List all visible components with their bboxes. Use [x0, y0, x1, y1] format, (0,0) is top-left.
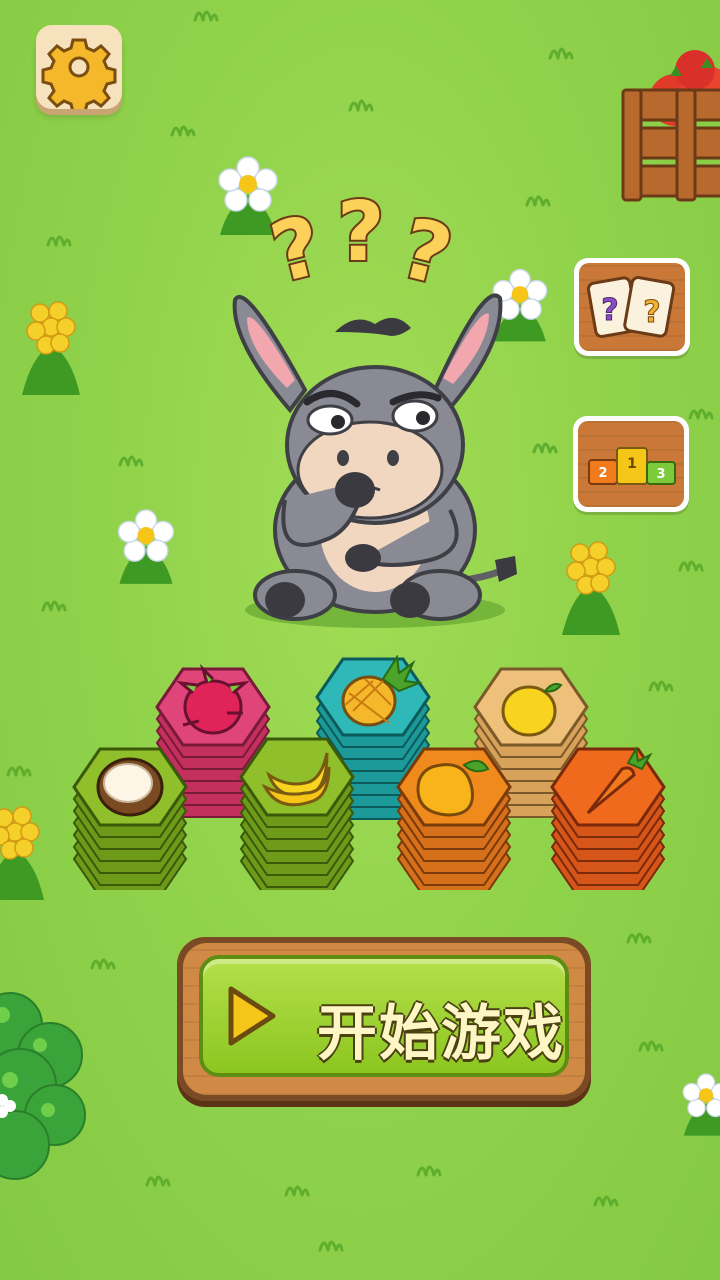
help-card-right-symbol: ? — [643, 295, 660, 330]
tile-stack-coconut[interactable] — [72, 747, 188, 890]
bush-decoration — [0, 992, 86, 1180]
help-card-left-symbol: ? — [601, 293, 618, 328]
thought-question-mark: ? — [337, 185, 385, 280]
podium-rank-third: 3 — [656, 467, 665, 482]
podium-rank-second: 2 — [598, 466, 607, 481]
coconut-icon — [96, 757, 164, 817]
start-game-button[interactable]: 开始游戏 — [177, 937, 591, 1101]
podium-icon: 2 1 3 — [588, 447, 676, 485]
tile-stack-carrot[interactable] — [550, 746, 666, 890]
tile-stack-mango[interactable] — [396, 747, 512, 890]
gear-icon — [41, 38, 117, 109]
start-button-label: 开始游戏 — [317, 999, 565, 1069]
white-flower-decoration — [682, 1073, 720, 1136]
yellow-flower-decoration — [22, 301, 80, 395]
podium-rank-first: 1 — [627, 456, 637, 472]
white-flower-decoration — [117, 509, 175, 584]
fruit-tile-stacks — [72, 655, 666, 890]
yellow-flower-decoration — [562, 541, 620, 635]
play-triangle-icon — [228, 986, 276, 1046]
leaderboard-button[interactable]: 2 1 3 — [573, 416, 689, 512]
donkey-mascot: ? ? ? — [232, 183, 517, 628]
start-button-face: 开始游戏 — [199, 955, 569, 1077]
thought-question-mark: ? — [262, 198, 331, 302]
tomato-crate-decoration — [621, 50, 720, 202]
thought-question-mark: ? — [392, 201, 461, 305]
game-home-screen: ? ? 2 1 3 ? ? ? 开始游戏 — [0, 0, 720, 1280]
tile-stack-banana[interactable] — [239, 737, 355, 890]
help-button[interactable]: ? ? — [574, 258, 690, 356]
settings-button[interactable] — [36, 25, 122, 109]
question-cards-icon: ? ? — [586, 276, 676, 338]
yellow-flower-decoration — [0, 806, 44, 900]
